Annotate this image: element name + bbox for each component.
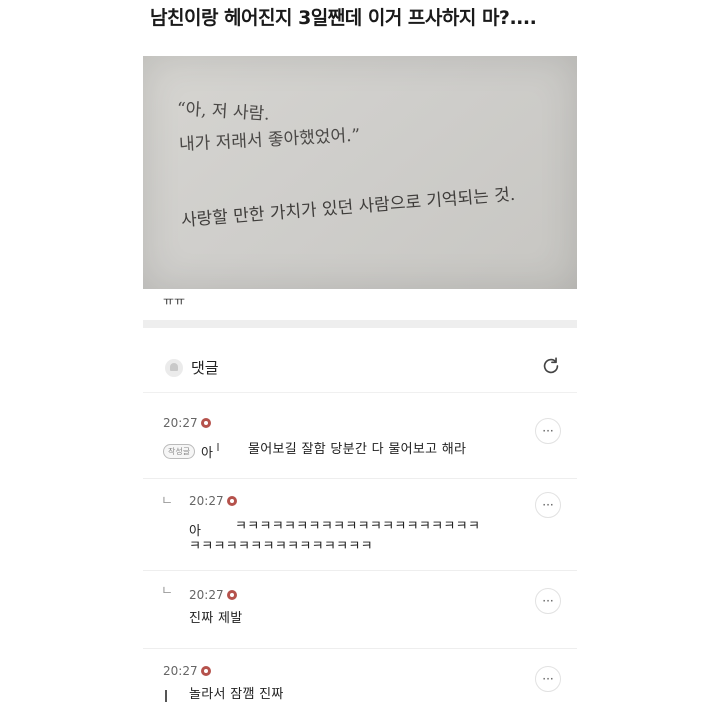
comment-time-text: 20:27 xyxy=(163,664,198,678)
comment-time: 20:27 xyxy=(189,588,237,602)
comment-text-line: ㅋㅋㅋㅋㅋㅋㅋㅋㅋㅋㅋㅋㅋㅋㅋㅋㅋㅋㅋㅋ xyxy=(235,519,481,534)
reply-indicator: ㄴ xyxy=(161,494,173,509)
comment-item: 20:27 작성글 아 물어보길 잘함 당분간 다 물어보고 해라 ··· xyxy=(143,400,577,479)
new-dot-icon xyxy=(226,496,237,506)
photo-text-line: “아, 저 사람. xyxy=(176,99,271,125)
photo-text-line: 내가 저래서 좋아했었어.” xyxy=(178,125,361,155)
post-title: 남친이랑 헤어진지 3일짼데 이거 프사하지 마?.... xyxy=(150,7,537,29)
more-icon: ··· xyxy=(542,594,554,608)
comment-time-text: 20:27 xyxy=(163,416,198,430)
post-photo[interactable]: “아, 저 사람. 내가 저래서 좋아했었어.” 사랑할 만한 가치가 있던 사… xyxy=(143,56,577,289)
new-dot-icon xyxy=(226,590,237,600)
comment-time-text: 20:27 xyxy=(189,494,224,508)
more-icon: ··· xyxy=(542,672,554,686)
more-options-button[interactable]: ··· xyxy=(535,588,561,614)
new-dot-icon xyxy=(200,666,211,676)
page: 남친이랑 헤어진지 3일짼데 이거 프사하지 마?.... “아, 저 사람. … xyxy=(0,0,720,708)
comment-reply-item: ㄴ 20:27 진짜 제발 ··· xyxy=(143,570,577,649)
more-icon: ··· xyxy=(542,424,554,438)
comment-time: 20:27 xyxy=(189,494,237,508)
reply-indicator: ㄴ xyxy=(161,584,173,599)
more-options-button[interactable]: ··· xyxy=(535,492,561,518)
comment-time: 20:27 xyxy=(163,664,211,678)
more-options-button[interactable]: ··· xyxy=(535,666,561,692)
refresh-icon[interactable] xyxy=(539,354,563,378)
cursor-mark xyxy=(165,690,167,702)
comments-header: 댓글 xyxy=(143,342,577,393)
bell-icon xyxy=(165,359,183,377)
new-dot-icon xyxy=(200,418,211,428)
comment-text-line: ㅋㅋㅋㅋㅋㅋㅋㅋㅋㅋㅋㅋㅋㅋㅋ xyxy=(189,539,373,554)
author-badge: 작성글 xyxy=(163,444,196,459)
cursor-mark xyxy=(217,443,219,451)
comment-reply-item: ㄴ 20:27 아 ㅋㅋㅋㅋㅋㅋㅋㅋㅋㅋㅋㅋㅋㅋㅋㅋㅋㅋㅋㅋ ㅋㅋㅋㅋㅋㅋㅋㅋㅋ… xyxy=(143,478,577,571)
comment-text: 물어보길 잘함 당분간 다 물어보고 해라 xyxy=(248,442,467,457)
comment-time: 20:27 xyxy=(163,416,211,430)
comment-prefix: 아 xyxy=(201,446,213,461)
photo-text-line: 사랑할 만한 가치가 있던 사람으로 기억되는 것. xyxy=(180,184,516,231)
more-options-button[interactable]: ··· xyxy=(535,418,561,444)
comments-panel: 댓글 20:27 작성글 아 물어보길 잘함 당분간 다 물어보고 해라 ··· xyxy=(143,320,577,708)
comment-time-text: 20:27 xyxy=(189,588,224,602)
comment-text: 놀라서 잠깸 진짜 xyxy=(189,687,284,702)
comments-label: 댓글 xyxy=(191,359,219,377)
more-icon: ··· xyxy=(542,498,554,512)
comment-text: 진짜 제발 xyxy=(189,611,243,626)
comment-item: 20:27 놀라서 잠깸 진짜 ··· xyxy=(143,648,577,708)
post-body-text: ㅠㅠ xyxy=(163,294,186,308)
